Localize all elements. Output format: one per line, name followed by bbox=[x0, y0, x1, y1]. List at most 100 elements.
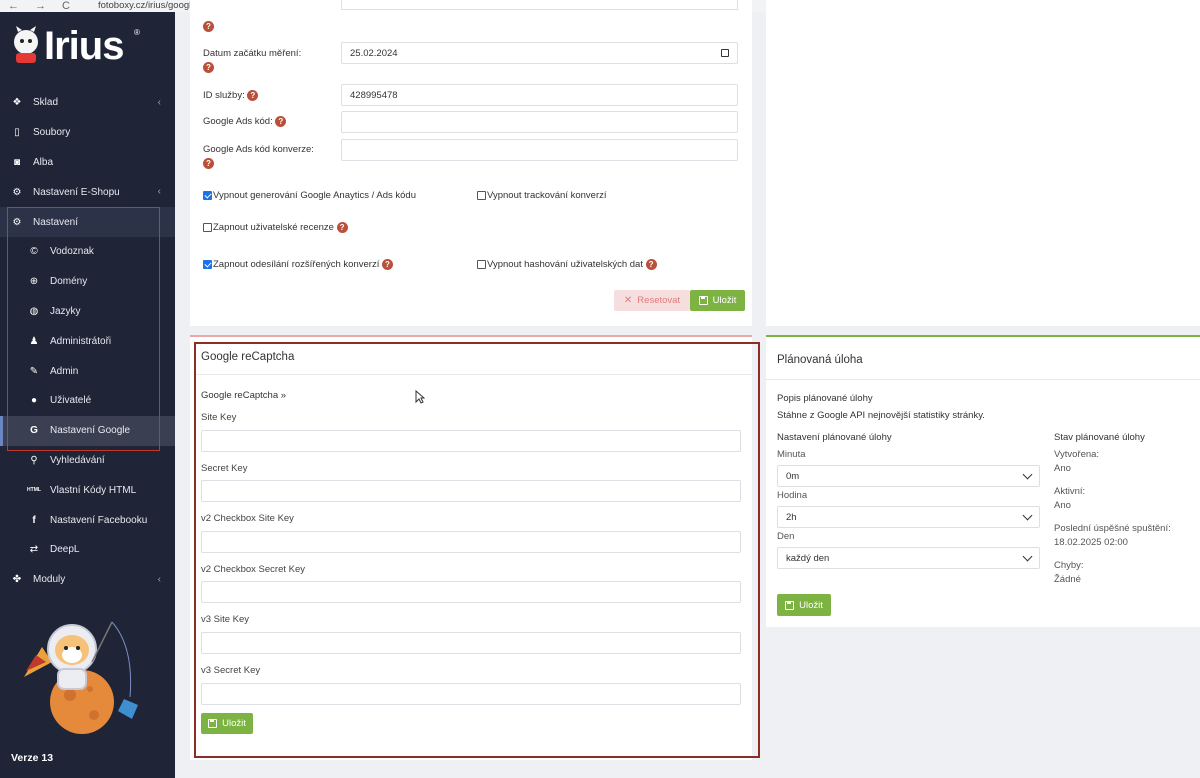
help-icon[interactable]: ? bbox=[381, 259, 393, 270]
help-icon[interactable]: ? bbox=[203, 158, 214, 169]
sidebar-item-label: Vyhledávání bbox=[50, 454, 105, 466]
checkbox-vypnout-trackovani[interactable]: Vypnout trackování konverzí bbox=[477, 190, 607, 201]
checkbox-unchecked[interactable] bbox=[203, 223, 212, 232]
save-icon bbox=[698, 296, 708, 305]
calendar-icon[interactable] bbox=[721, 49, 729, 57]
sidebar-item-nastaveni-eshopu[interactable]: ⚙ Nastavení E-Shopu ‹ bbox=[0, 177, 175, 207]
task-save-button[interactable]: Uložit bbox=[777, 594, 831, 616]
chevron-down-icon bbox=[1022, 510, 1033, 521]
day-select[interactable]: každý den bbox=[777, 547, 1040, 569]
google-ads-label: Google Ads kód: ? bbox=[203, 116, 287, 128]
id-sluzby-input[interactable]: 428995478 bbox=[341, 84, 738, 106]
previous-input[interactable] bbox=[341, 0, 738, 10]
sidebar-item-label: Admin bbox=[50, 365, 79, 377]
google-ads-text: Google Ads kód: bbox=[203, 116, 273, 128]
right-top-card bbox=[766, 0, 1200, 326]
reset-button[interactable]: ✕ Resetovat bbox=[614, 290, 690, 311]
user-tie-icon: ♟ bbox=[29, 335, 39, 347]
checkbox-checked[interactable] bbox=[203, 260, 212, 269]
sidebar-item-sklad[interactable]: ❖ Sklad ‹ bbox=[0, 88, 175, 118]
checkbox-checked[interactable] bbox=[203, 191, 212, 200]
active-value: Ano bbox=[1054, 500, 1071, 511]
checkbox-label: Vypnout hashování uživatelských dat bbox=[487, 259, 643, 270]
sidebar-item-vyhledavani[interactable]: ⚲ Vyhledávání bbox=[0, 446, 175, 476]
checkbox-zapnout-odesilani[interactable]: Zapnout odesílání rozšířených konverzí ? bbox=[203, 259, 393, 270]
google-icon: G bbox=[30, 425, 38, 437]
google-ads-konverze-label: Google Ads kód konverze: bbox=[203, 144, 314, 155]
sidebar-item-nastaveni-facebooku[interactable]: f Nastavení Facebooku bbox=[0, 505, 175, 535]
back-icon[interactable]: ← bbox=[8, 1, 19, 12]
chevron-left-icon: ‹ bbox=[157, 186, 161, 198]
help-icon[interactable]: ? bbox=[203, 21, 214, 32]
google-ads-input[interactable] bbox=[341, 111, 738, 133]
sidebar-item-admin[interactable]: ✎ Admin bbox=[0, 356, 175, 386]
recaptcha-title: Google reCaptcha bbox=[201, 351, 295, 363]
recaptcha-save-button[interactable]: Uložit bbox=[201, 713, 253, 734]
google-recaptcha-card: Google reCaptcha Google reCaptcha » Site… bbox=[190, 335, 752, 760]
sidebar-item-label: Vlastní Kódy HTML bbox=[50, 484, 137, 496]
hour-select[interactable]: 2h bbox=[777, 506, 1040, 528]
sidebar-item-administratori[interactable]: ♟ Administrátoři bbox=[0, 326, 175, 356]
save-button[interactable]: Uložit bbox=[690, 290, 745, 311]
sidebar-item-label: Alba bbox=[33, 156, 54, 168]
checkbox-unchecked[interactable] bbox=[477, 191, 486, 200]
v3-secret-key-input[interactable] bbox=[201, 683, 741, 705]
mouse-cursor-icon bbox=[415, 390, 425, 404]
active-label: Aktivní: bbox=[1054, 486, 1086, 497]
secret-key-label: Secret Key bbox=[201, 463, 248, 474]
help-icon[interactable]: ? bbox=[203, 62, 214, 73]
checkbox-vypnout-generovani[interactable]: Vypnout generování Google Anaytics / Ads… bbox=[203, 190, 416, 201]
sidebar-item-vlastni-kody-html[interactable]: HTML Vlastní Kódy HTML bbox=[0, 475, 175, 505]
sidebar-item-nastaveni-google[interactable]: G Nastavení Google bbox=[0, 415, 175, 446]
help-icon[interactable]: ? bbox=[247, 90, 259, 101]
sidebar-item-moduly[interactable]: ✤ Moduly ‹ bbox=[0, 565, 175, 595]
save-label: Uložit bbox=[222, 718, 246, 729]
google-ads-konverze-input[interactable] bbox=[341, 139, 738, 161]
checkbox-unchecked[interactable] bbox=[477, 260, 486, 269]
v2-checkbox-site-key-input[interactable] bbox=[201, 531, 741, 553]
logo[interactable]: Irius ® bbox=[8, 24, 143, 68]
checkbox-label: Zapnout uživatelské recenze bbox=[213, 222, 334, 233]
recaptcha-subtitle-link[interactable]: Google reCaptcha » bbox=[201, 390, 286, 401]
day-value: každý den bbox=[786, 553, 830, 564]
hour-value: 2h bbox=[786, 512, 797, 523]
sidebar-item-label: Soubory bbox=[33, 127, 71, 139]
site-key-input[interactable] bbox=[201, 430, 741, 452]
logo-text: Irius bbox=[44, 24, 124, 68]
datum-input[interactable]: 25.02.2024 bbox=[341, 42, 738, 64]
sidebar-item-uzivatele[interactable]: ● Uživatelé bbox=[0, 386, 175, 416]
sidebar-item-deepl[interactable]: ⇄ DeepL bbox=[0, 535, 175, 565]
forward-icon[interactable]: → bbox=[35, 1, 46, 12]
chevron-down-icon bbox=[1022, 469, 1033, 480]
sidebar-item-jazyky[interactable]: ◍ Jazyky bbox=[0, 297, 175, 327]
divider bbox=[196, 374, 752, 375]
sidebar-item-soubory[interactable]: ▯ Soubory bbox=[0, 118, 175, 148]
checkbox-zapnout-recenze[interactable]: Zapnout uživatelské recenze ? bbox=[203, 222, 348, 233]
sidebar-item-label: Nastavení Facebooku bbox=[50, 514, 148, 526]
logo-registered: ® bbox=[134, 28, 140, 37]
checkbox-vypnout-hashovani[interactable]: Vypnout hashování uživatelských dat ? bbox=[477, 259, 657, 270]
secret-key-input[interactable] bbox=[201, 480, 741, 502]
help-icon[interactable]: ? bbox=[645, 259, 657, 270]
help-icon[interactable]: ? bbox=[275, 116, 287, 127]
v3-site-key-input[interactable] bbox=[201, 632, 741, 654]
minute-select[interactable]: 0m bbox=[777, 465, 1040, 487]
hour-label: Hodina bbox=[777, 490, 808, 501]
sidebar-item-nastaveni[interactable]: ⚙ Nastavení bbox=[0, 207, 175, 237]
reload-icon[interactable]: C bbox=[62, 1, 70, 12]
v2-checkbox-site-key-label: v2 Checkbox Site Key bbox=[201, 513, 294, 524]
sidebar-item-alba[interactable]: ◙ Alba bbox=[0, 148, 175, 178]
sidebar-item-vodoznak[interactable]: © Vodoznak bbox=[0, 237, 175, 267]
sidebar-item-domeny[interactable]: ⊕ Domény bbox=[0, 267, 175, 297]
close-icon: ✕ bbox=[623, 295, 633, 306]
sidebar-item-label: Jazyky bbox=[50, 305, 81, 317]
sidebar-item-label: Domény bbox=[50, 276, 88, 288]
help-icon[interactable]: ? bbox=[336, 222, 348, 233]
v2-checkbox-secret-key-input[interactable] bbox=[201, 581, 741, 603]
checkbox-label: Zapnout odesílání rozšířených konverzí bbox=[213, 259, 380, 270]
copyright-icon: © bbox=[30, 246, 38, 258]
translate-icon: ⇄ bbox=[29, 544, 39, 556]
chevron-left-icon: ‹ bbox=[157, 97, 161, 108]
site-key-label: Site Key bbox=[201, 412, 237, 423]
task-status-heading: Stav plánované úlohy bbox=[1054, 432, 1145, 443]
